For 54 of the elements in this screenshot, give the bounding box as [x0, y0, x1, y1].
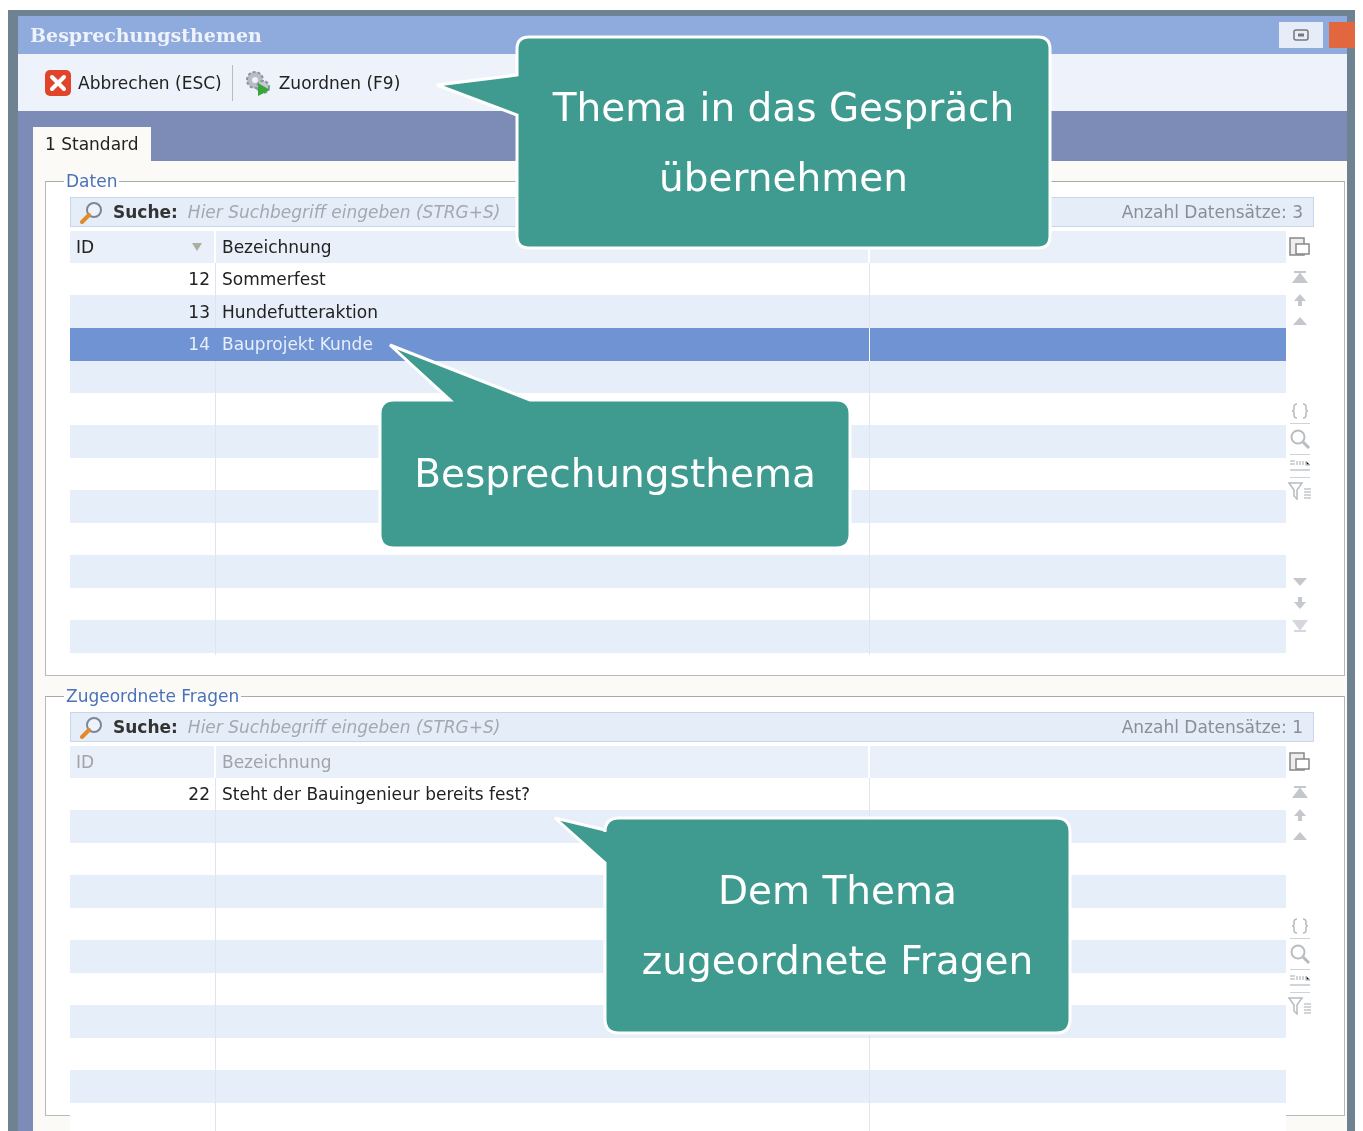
table-cell-text: 14 — [187, 334, 211, 355]
cancel-button[interactable]: Abbrechen (ESC) — [44, 68, 222, 97]
callout-text: Thema in das Gespräch übernehmen — [551, 83, 1016, 202]
up-icon[interactable] — [1292, 830, 1308, 842]
table-cell-text: 13 — [187, 301, 211, 322]
close-button[interactable] — [1329, 22, 1355, 48]
group-title: Zugeordnete Fragen — [65, 686, 241, 706]
window-title: Besprechungsthemen — [30, 24, 262, 46]
column-header[interactable]: ID — [76, 237, 95, 257]
close-icon — [44, 68, 72, 97]
braces-icon[interactable] — [1291, 403, 1309, 419]
restore-icon — [1293, 29, 1309, 41]
table-row[interactable]: 22 Steht der Bauingenieur bereits fest? — [70, 778, 1286, 811]
callout-text: Dem Thema zugeordnete Fragen — [640, 866, 1035, 985]
first-icon[interactable] — [1292, 271, 1308, 285]
tab[interactable]: 1 Standard — [33, 127, 151, 161]
search-bar[interactable]: Suche: Hier Suchbegriff eingeben (STRG+S) Anzahl Datensätze: 1 — [70, 712, 1314, 742]
assign-button[interactable]: Zuordnen (F9) — [242, 68, 401, 97]
page-down-icon[interactable] — [1292, 596, 1308, 610]
table-row[interactable]: 12 Sommerfest — [70, 263, 1286, 296]
search-label: Suche: — [113, 717, 178, 737]
down-icon[interactable] — [1292, 576, 1308, 588]
table-cell-text: 22 — [187, 784, 211, 805]
search-icon — [79, 715, 105, 739]
column-header[interactable]: Bezeichnung — [222, 237, 332, 257]
search-icon[interactable] — [1289, 428, 1311, 450]
callout-text: Besprechungsthema — [414, 450, 816, 498]
markup-icon[interactable] — [1289, 459, 1311, 473]
record-count: Anzahl Datensätze: 3 — [1121, 202, 1303, 222]
search-field[interactable]: Hier Suchbegriff eingeben (STRG+S) — [187, 717, 518, 737]
columns-icon[interactable] — [1289, 752, 1311, 772]
markup-icon[interactable] — [1289, 974, 1311, 988]
restore-button[interactable] — [1279, 22, 1323, 48]
table-cell-text: Steht der Bauingenieur bereits fest? — [221, 784, 531, 805]
record-count: Anzahl Datensätze: 1 — [1121, 717, 1303, 737]
page-up-icon[interactable] — [1292, 808, 1308, 822]
braces-icon[interactable] — [1291, 918, 1309, 934]
last-icon[interactable] — [1292, 618, 1308, 632]
search-label: Suche: — [113, 202, 178, 222]
up-icon[interactable] — [1292, 315, 1308, 327]
first-icon[interactable] — [1292, 786, 1308, 800]
search-icon[interactable] — [1289, 943, 1311, 965]
search-icon — [79, 200, 105, 224]
table-cell-text: 12 — [187, 269, 211, 290]
columns-icon[interactable] — [1289, 237, 1311, 257]
page-up-icon[interactable] — [1292, 293, 1308, 307]
search-field[interactable]: Hier Suchbegriff eingeben (STRG+S) — [187, 202, 518, 222]
group-title: Daten — [65, 171, 119, 191]
table-cell-text: Hundefutteraktion — [221, 301, 378, 322]
table-cell-text: Sommerfest — [221, 269, 326, 290]
filter-icon[interactable] — [1288, 997, 1312, 1015]
table-cell-text: Bauprojekt Kunde — [221, 334, 373, 355]
table-row[interactable]: 13 Hundefutteraktion — [70, 295, 1286, 328]
filter-icon[interactable] — [1288, 482, 1312, 500]
